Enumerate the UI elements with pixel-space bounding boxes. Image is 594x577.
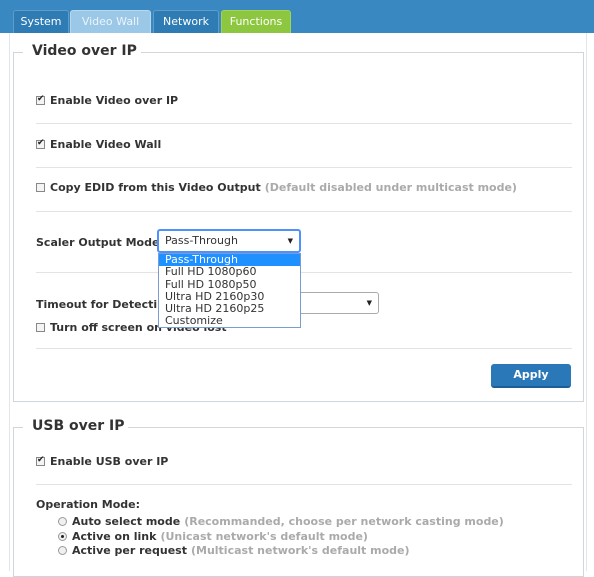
operation-mode-label: Operation Mode: bbox=[36, 498, 141, 511]
caret-down-icon: ▼ bbox=[366, 299, 372, 307]
mode-auto-row: Auto select mode (Recommanded, choose pe… bbox=[58, 515, 504, 528]
scaler-option-customize[interactable]: Customize bbox=[159, 315, 300, 327]
usb-over-ip-legend: USB over IP bbox=[28, 418, 129, 434]
panel-border bbox=[13, 427, 23, 428]
mode-auto-hint: (Recommanded, choose per network casting… bbox=[184, 515, 504, 528]
enable-usb-row: Enable USB over IP bbox=[36, 455, 168, 468]
enable-video-wall-checkbox[interactable] bbox=[36, 138, 45, 149]
divider bbox=[36, 167, 572, 168]
enable-usb-checkbox[interactable] bbox=[36, 455, 45, 466]
tab-video-wall[interactable]: Video Wall bbox=[70, 10, 151, 33]
mode-active-on-link-radio[interactable] bbox=[58, 532, 67, 541]
scaler-selected-value: Pass-Through bbox=[165, 234, 238, 247]
mode-active-on-link-row: Active on link (Unicast network's defaul… bbox=[58, 530, 368, 543]
panel-border bbox=[126, 427, 584, 428]
divider bbox=[36, 123, 572, 124]
copy-edid-hint: (Default disabled under multicast mode) bbox=[264, 181, 517, 194]
divider bbox=[36, 272, 572, 273]
panel-border bbox=[13, 52, 23, 53]
copy-edid-label: Copy EDID from this Video Output bbox=[50, 181, 261, 194]
mode-auto-label: Auto select mode bbox=[72, 515, 181, 528]
copy-edid-row: Copy EDID from this Video Output (Defaul… bbox=[36, 181, 517, 194]
video-over-ip-legend: Video over IP bbox=[28, 43, 141, 59]
enable-video-over-ip-checkbox[interactable] bbox=[36, 94, 45, 105]
apply-button[interactable]: Apply bbox=[491, 364, 571, 388]
mode-active-on-link-label: Active on link bbox=[72, 530, 157, 543]
enable-video-wall-row: Enable Video Wall bbox=[36, 138, 161, 151]
mode-active-per-request-row: Active per request (Multicast network's … bbox=[58, 544, 410, 557]
scaler-output-mode-label: Scaler Output Mode: bbox=[36, 236, 164, 249]
turn-off-screen-checkbox[interactable] bbox=[36, 323, 45, 332]
mode-active-per-request-hint: (Multicast network's default mode) bbox=[190, 544, 410, 557]
mode-active-per-request-label: Active per request bbox=[72, 544, 187, 557]
divider bbox=[36, 211, 572, 212]
enable-video-over-ip-label: Enable Video over IP bbox=[50, 94, 179, 107]
mode-active-per-request-radio[interactable] bbox=[58, 546, 67, 555]
scaler-dropdown-list: Pass-Through Full HD 1080p60 Full HD 108… bbox=[158, 253, 301, 328]
enable-video-over-ip-row: Enable Video over IP bbox=[36, 94, 178, 107]
scaler-option-full-hd-1080p60[interactable]: Full HD 1080p60 bbox=[159, 266, 300, 278]
tab-system[interactable]: System bbox=[13, 10, 69, 33]
tab-bar: System Video Wall Network Functions bbox=[0, 0, 594, 33]
copy-edid-checkbox[interactable] bbox=[36, 183, 45, 192]
enable-video-wall-label: Enable Video Wall bbox=[50, 138, 162, 151]
timeout-label: Timeout for Detectin bbox=[36, 298, 165, 311]
caret-down-icon: ▼ bbox=[287, 237, 293, 245]
mode-auto-radio[interactable] bbox=[58, 517, 67, 526]
tab-functions[interactable]: Functions bbox=[221, 10, 291, 33]
tab-network[interactable]: Network bbox=[153, 10, 219, 33]
divider bbox=[36, 348, 572, 349]
divider bbox=[36, 484, 572, 485]
enable-usb-label: Enable USB over IP bbox=[50, 455, 169, 468]
panel-border bbox=[130, 52, 584, 53]
mode-active-on-link-hint: (Unicast network's default mode) bbox=[160, 530, 368, 543]
scaler-output-mode-select[interactable]: Pass-Through ▼ bbox=[157, 229, 301, 253]
